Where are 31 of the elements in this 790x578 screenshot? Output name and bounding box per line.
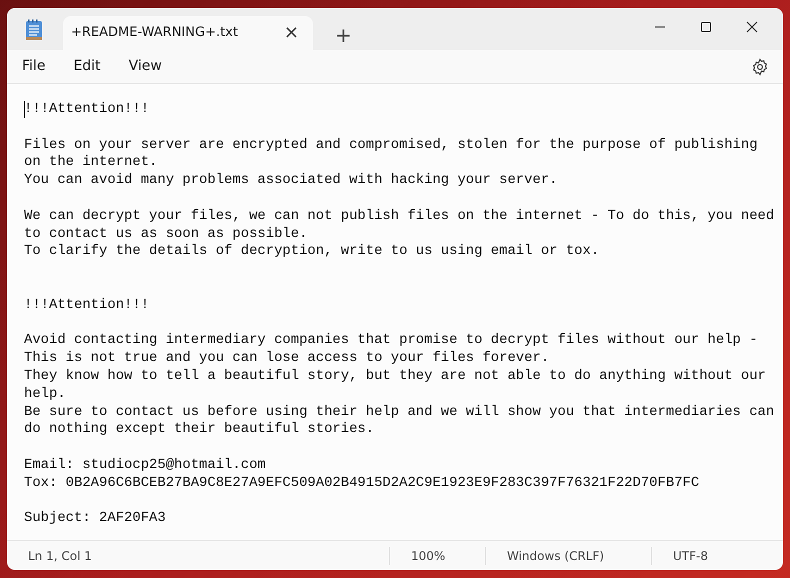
close-tab-button[interactable]: × bbox=[280, 24, 303, 42]
text-line: Subject: 2AF20FA3 bbox=[24, 510, 167, 528]
encoding: UTF-8 bbox=[673, 548, 708, 562]
text-line: Email: studiocp25@hotmail.com bbox=[24, 456, 267, 475]
new-tab-button[interactable]: + bbox=[331, 25, 356, 45]
menu-item[interactable]: View bbox=[122, 54, 169, 79]
text-line: You can avoid many problems associated with hacking your server. bbox=[24, 172, 558, 190]
tab[interactable]: +README-WARNING+.txt × bbox=[63, 16, 313, 50]
maximize-icon[interactable] bbox=[700, 21, 712, 33]
text-line: Avoid contacting intermediary companies that promise to decrypt files without our help - bbox=[24, 332, 759, 350]
menu-item[interactable]: File bbox=[15, 54, 52, 79]
text-line: To clarify the details of decryption, write to us using email or tox. bbox=[24, 243, 600, 262]
menu-item[interactable]: Edit bbox=[66, 54, 108, 79]
line-ending: Windows (CRLF) bbox=[507, 548, 604, 562]
tab-title: +README-WARNING+.txt bbox=[71, 24, 238, 42]
cursor-position: Ln 1, Col 1 bbox=[28, 548, 92, 562]
text-line: !!!Attention!!! bbox=[24, 101, 150, 119]
zoom-level: 100% bbox=[411, 548, 446, 562]
text-line: on the internet. bbox=[24, 154, 158, 172]
text-line: They know how to tell a beautiful story, but they are not able to do anything without our bbox=[24, 368, 767, 386]
close-icon[interactable] bbox=[746, 21, 758, 33]
text-line: to contact us as soon as possible. bbox=[24, 226, 308, 244]
text-line: Be sure to contact us before using their help and we will show you that intermediaries can bbox=[24, 404, 776, 422]
text-line: Tox: 0B2A96C6BCEB27BA9C8E27A9EFC509A02B4915D2A2C9E1923E9F283C397F76321F22D70FB7FC bbox=[24, 474, 700, 493]
text-line: help. bbox=[24, 386, 67, 404]
notepad-icon bbox=[25, 19, 43, 41]
text-line: do nothing except their beautiful stories. bbox=[24, 421, 376, 440]
text-line: Files on your server are encrypted and compromised, stolen for the purpose of publishing bbox=[24, 136, 759, 154]
text-line: We can decrypt your files, we can not publish files on the internet - To do this, you need bbox=[24, 208, 776, 226]
text-line: !!!Attention!!! bbox=[24, 296, 150, 315]
text-line: This is not true and you can lose access to your files forever. bbox=[24, 350, 550, 368]
